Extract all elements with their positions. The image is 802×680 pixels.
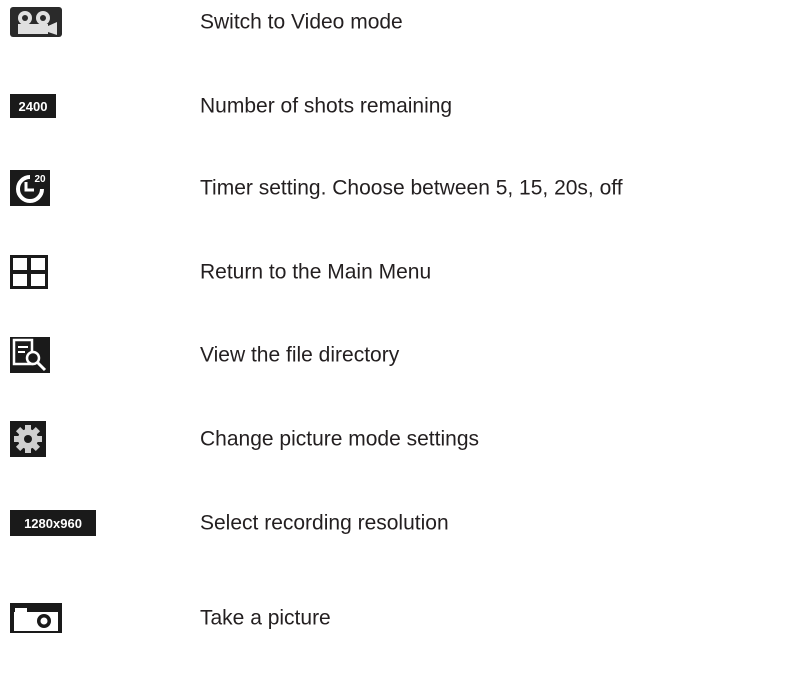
resolution-icon: 1280x960 [10, 510, 96, 536]
legend-row-take-picture: Take a picture [0, 596, 802, 640]
legend-label: Select recording resolution [200, 511, 449, 535]
legend-row-file-directory: View the file directory [0, 333, 802, 377]
timer-icon: 20 [10, 170, 50, 206]
legend-label: Return to the Main Menu [200, 260, 432, 284]
legend-label: View the file directory [200, 343, 400, 367]
legend-row-main-menu: Return to the Main Menu [0, 250, 802, 294]
resolution-value: 1280x960 [24, 516, 82, 531]
timer-value: 20 [34, 174, 46, 185]
main-menu-grid-icon [10, 255, 48, 289]
shots-remaining-icon: 2400 [10, 94, 56, 118]
legend-row-timer: 20 Timer setting. Choose between 5, 15, … [0, 166, 802, 210]
legend-label: Timer setting. Choose between 5, 15, 20s… [200, 176, 623, 200]
legend-label: Change picture mode settings [200, 427, 479, 451]
legend-row-video-mode: Switch to Video mode [0, 0, 802, 44]
legend-row-resolution: 1280x960 Select recording resolution [0, 501, 802, 545]
shots-remaining-value: 2400 [19, 99, 48, 114]
legend-label: Take a picture [200, 606, 331, 630]
video-camera-icon [10, 7, 62, 37]
camera-icon [10, 603, 62, 633]
legend-row-shots-remaining: 2400 Number of shots remaining [0, 84, 802, 128]
gear-icon [10, 421, 46, 457]
legend-label: Number of shots remaining [200, 94, 453, 118]
legend-label: Switch to Video mode [200, 10, 403, 34]
file-directory-search-icon [10, 337, 50, 373]
legend-row-picture-settings: Change picture mode settings [0, 417, 802, 461]
